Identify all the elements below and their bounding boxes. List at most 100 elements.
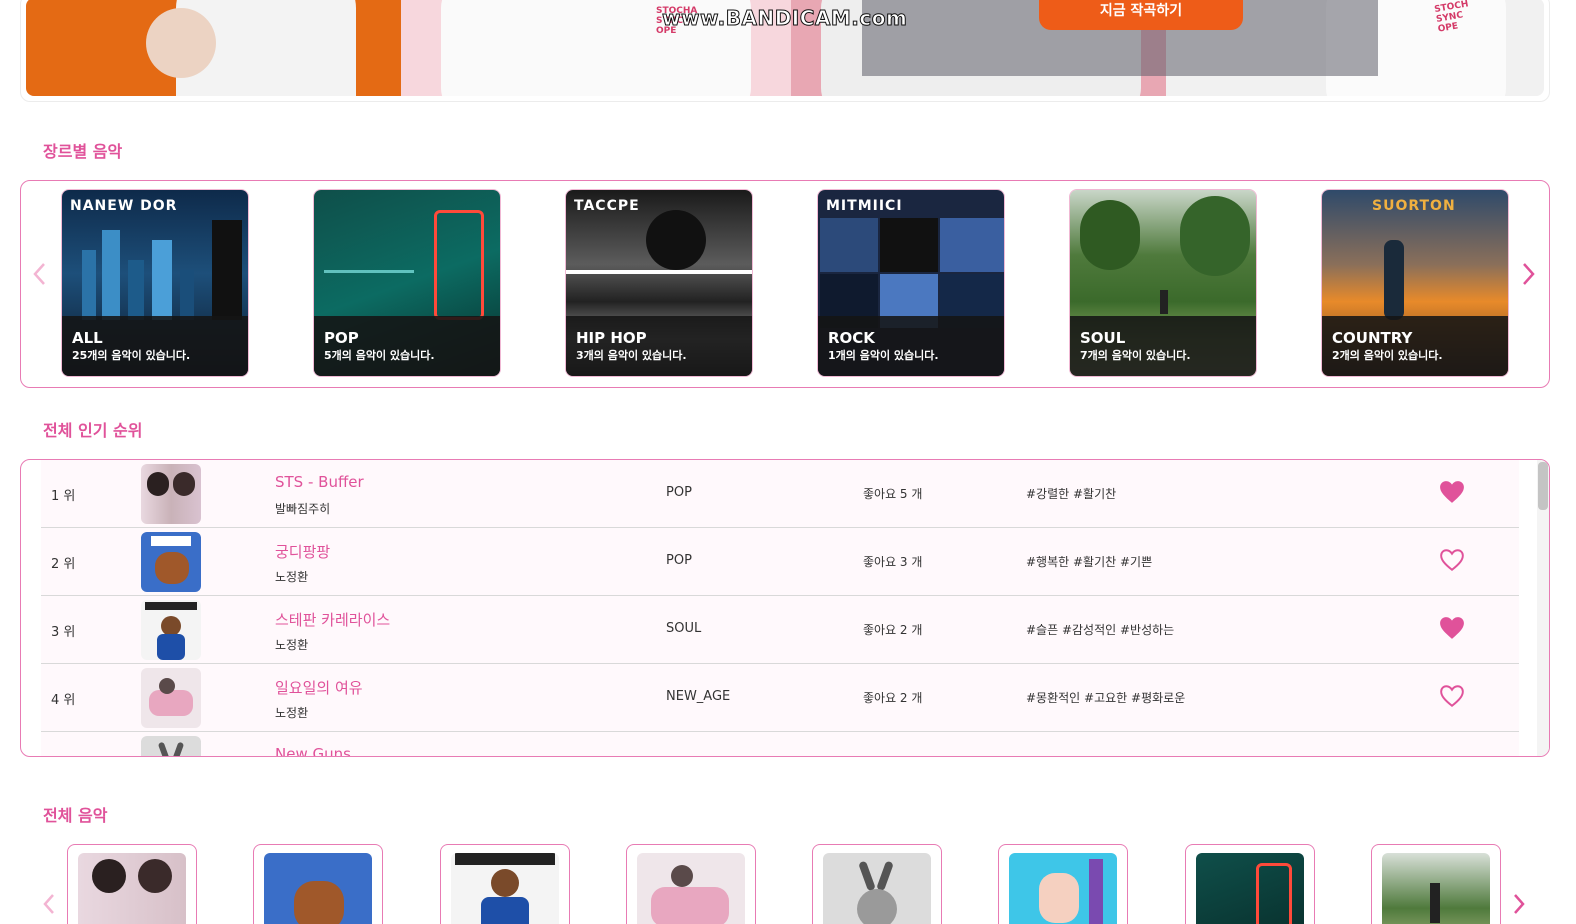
album-art — [1382, 853, 1490, 924]
song-genre: POP — [666, 485, 692, 500]
music-card[interactable] — [998, 844, 1128, 924]
genre-card-all[interactable]: NANEW DOR ALL 25개의 음악이 있습니다. — [61, 189, 249, 377]
genre-card-soul[interactable]: SOUL 7개의 음악이 있습니다. — [1069, 189, 1257, 377]
genre-name: POP — [324, 329, 359, 347]
genre-count: 25개의 음악이 있습니다. — [72, 349, 191, 362]
music-card[interactable] — [1185, 844, 1315, 924]
genre-count: 2개의 음악이 있습니다. — [1332, 349, 1443, 362]
like-count: 좋아요 2 개 — [863, 691, 923, 705]
genre-caption: ROCK 1개의 음악이 있습니다. — [818, 316, 1004, 376]
album-thumbnail[interactable] — [141, 736, 201, 756]
shirt-print-right: STOCH SYNC OPE — [1433, 0, 1470, 35]
album-art — [78, 853, 186, 924]
all-music-carousel — [0, 840, 1576, 924]
genre-carousel: NANEW DOR ALL 25개의 음악이 있습니다. POP 5개의 음악이… — [20, 180, 1550, 388]
genre-count: 3개의 음악이 있습니다. — [576, 349, 687, 362]
chevron-left-icon[interactable] — [31, 261, 47, 292]
song-artist: 노정환 — [275, 706, 309, 720]
ranking-row[interactable]: 2 위 궁디팡팡 노정환 POP 좋아요 3 개 #행복한 #활기찬 #기쁜 — [41, 528, 1519, 596]
genre-count: 1개의 음악이 있습니다. — [828, 349, 939, 362]
genre-art-text: SUORTON — [1372, 198, 1456, 214]
ranking-row[interactable]: 4 위 일요일의 여유 노정환 NEW_AGE 좋아요 2 개 #몽환적인 #고… — [41, 664, 1519, 732]
song-title[interactable]: 일요일의 여유 — [275, 677, 363, 698]
music-card[interactable] — [812, 844, 942, 924]
song-artist: 노정환 — [275, 638, 309, 652]
music-card[interactable] — [67, 844, 197, 924]
heart-filled-icon[interactable] — [1439, 480, 1465, 504]
scrollbar[interactable] — [1537, 460, 1549, 756]
song-title[interactable]: 궁디팡팡 — [275, 541, 330, 562]
genre-caption: COUNTRY 2개의 음악이 있습니다. — [1322, 316, 1508, 376]
genre-name: SOUL — [1080, 329, 1126, 347]
album-art — [1009, 853, 1117, 924]
song-artist: 발빠짐주히 — [275, 502, 331, 516]
album-art — [637, 853, 745, 924]
album-art — [823, 853, 931, 924]
heart-outline-icon[interactable] — [1439, 548, 1465, 572]
album-thumbnail[interactable] — [141, 668, 201, 728]
watermark: www.BANDICAM.com — [661, 6, 908, 31]
heart-outline-icon[interactable] — [1439, 684, 1465, 708]
song-genre: NEW_AGE — [666, 689, 731, 704]
genre-caption: HIP HOP 3개의 음악이 있습니다. — [566, 316, 752, 376]
ranking-list[interactable]: 1 위 STS - Buffer 발빠짐주히 POP 좋아요 5 개 #강렬한 … — [20, 459, 1550, 757]
rank-number: 3 위 — [51, 625, 76, 640]
music-card[interactable] — [626, 844, 756, 924]
album-art — [1196, 853, 1304, 924]
album-thumbnail[interactable] — [141, 532, 201, 592]
ranking-row[interactable]: 1 위 STS - Buffer 발빠짐주히 POP 좋아요 5 개 #강렬한 … — [41, 460, 1519, 528]
album-thumbnail[interactable] — [141, 464, 201, 524]
ranking-row[interactable]: 3 위 스테판 카레라이스 노정환 SOUL 좋아요 2 개 #슬픈 #감성적인… — [41, 596, 1519, 664]
like-count: 좋아요 3 개 — [863, 555, 923, 569]
genre-name: ALL — [72, 329, 103, 347]
chevron-left-icon[interactable] — [42, 892, 56, 921]
song-tags: #슬픈 #감성적인 #반성하는 — [1026, 623, 1175, 637]
song-title[interactable]: STS - Buffer — [275, 473, 364, 491]
song-genre: SOUL — [666, 621, 702, 636]
song-title[interactable]: 스테판 카레라이스 — [275, 609, 390, 630]
page: STOCHA SYNCH OPE STOCH SYNC OPE 지금 작곡하기 … — [0, 0, 1576, 924]
genre-name: COUNTRY — [1332, 329, 1413, 347]
genre-art-text: MITMIICI — [826, 198, 903, 214]
genre-name: HIP HOP — [576, 329, 647, 347]
genre-name: ROCK — [828, 329, 875, 347]
music-card[interactable] — [440, 844, 570, 924]
song-artist: 노정환 — [275, 570, 309, 584]
song-genre: POP — [666, 553, 692, 568]
genre-card-hiphop[interactable]: TACCPE HIP HOP 3개의 음악이 있습니다. — [565, 189, 753, 377]
genre-art-text: TACCPE — [574, 198, 640, 214]
album-art — [264, 853, 372, 924]
genre-count: 5개의 음악이 있습니다. — [324, 349, 435, 362]
genre-art-text: NANEW DOR — [70, 198, 178, 214]
song-tags: #강렬한 #활기찬 — [1026, 487, 1117, 501]
genre-caption: SOUL 7개의 음악이 있습니다. — [1070, 316, 1256, 376]
like-count: 좋아요 2 개 — [863, 623, 923, 637]
chevron-right-icon[interactable] — [1512, 892, 1526, 921]
music-card[interactable] — [1371, 844, 1501, 924]
rank-number: 1 위 — [51, 489, 76, 504]
all-music-section-title: 전체 음악 — [43, 806, 108, 825]
scrollbar-thumb[interactable] — [1538, 462, 1548, 510]
song-tags: #몽환적인 #고요한 #평화로운 — [1026, 691, 1186, 705]
genre-caption: ALL 25개의 음악이 있습니다. — [62, 316, 248, 376]
genre-card-pop[interactable]: POP 5개의 음악이 있습니다. — [313, 189, 501, 377]
music-card[interactable] — [253, 844, 383, 924]
genre-count: 7개의 음악이 있습니다. — [1080, 349, 1191, 362]
genre-card-country[interactable]: SUORTON COUNTRY 2개의 음악이 있습니다. — [1321, 189, 1509, 377]
like-count: 좋아요 5 개 — [863, 487, 923, 501]
genre-card-rock[interactable]: MITMIICI ROCK 1개의 음악이 있습니다. — [817, 189, 1005, 377]
ranking-section-title: 전체 인기 순위 — [43, 421, 143, 440]
hero-panel-1 — [26, 0, 401, 96]
hero-image[interactable]: STOCHA SYNCH OPE STOCH SYNC OPE 지금 작곡하기 … — [26, 0, 1544, 96]
genre-caption: POP 5개의 음악이 있습니다. — [314, 316, 500, 376]
heart-filled-icon[interactable] — [1439, 616, 1465, 640]
album-thumbnail[interactable] — [141, 600, 201, 660]
genre-section-title: 장르별 음악 — [43, 142, 123, 161]
hero-banner: STOCHA SYNCH OPE STOCH SYNC OPE 지금 작곡하기 … — [20, 0, 1550, 102]
ranking-row[interactable]: New Guns — [41, 732, 1519, 756]
chevron-right-icon[interactable] — [1521, 261, 1537, 292]
song-title[interactable]: New Guns — [275, 745, 351, 756]
song-tags: #행복한 #활기찬 #기쁜 — [1026, 555, 1153, 569]
compose-now-button[interactable]: 지금 작곡하기 — [1039, 0, 1243, 30]
rank-number: 4 위 — [51, 693, 76, 708]
